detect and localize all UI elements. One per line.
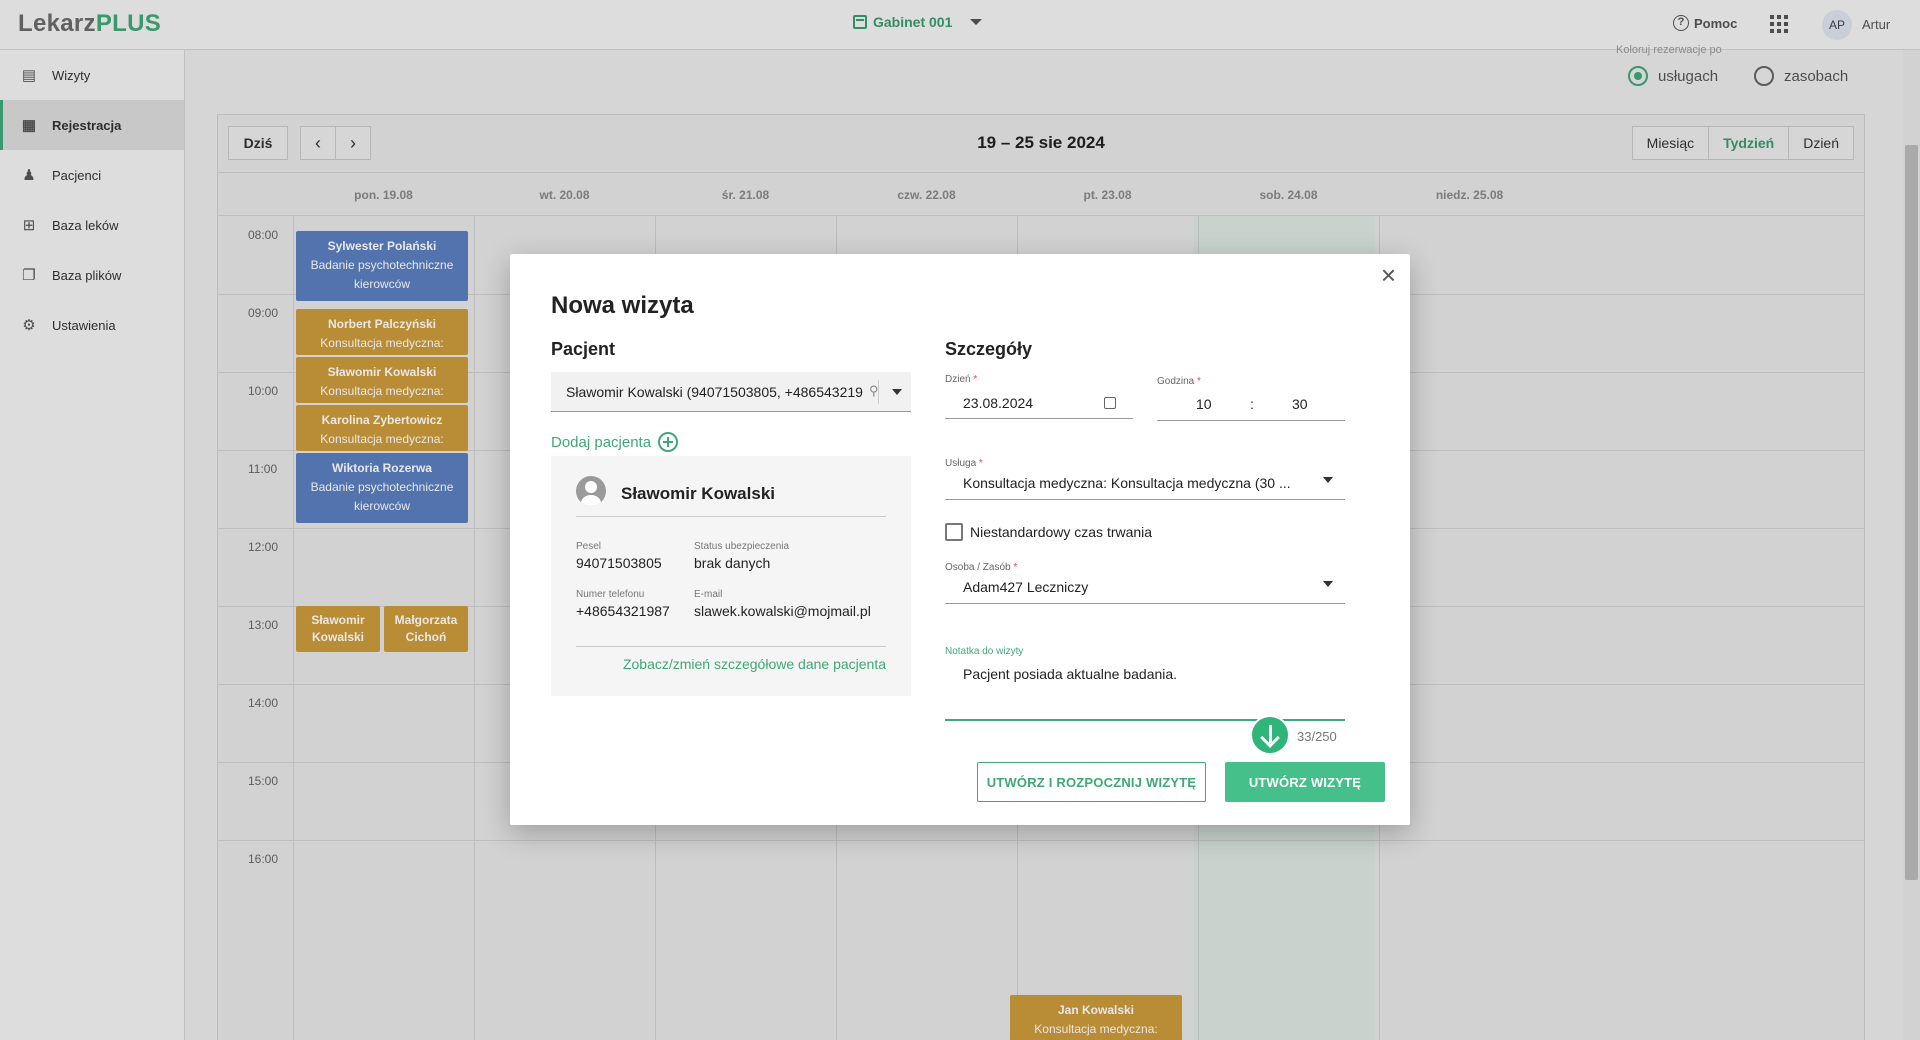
time-field-label: Godzina * (1157, 376, 1201, 387)
patient-card: Sławomir Kowalski Pesel 94071503805 Stat… (551, 456, 911, 696)
day-field-label: Dzień * (945, 374, 978, 385)
patient-details-link[interactable]: Zobacz/zmień szczegółowe dane pacjenta (623, 656, 886, 672)
day-field[interactable]: 23.08.2024 (963, 395, 1033, 411)
time-separator: : (1250, 396, 1254, 412)
note-field-label: Notatka do wizyty (945, 646, 1024, 657)
email-label: E-mail (694, 589, 723, 600)
phone-label: Numer telefonu (576, 589, 645, 600)
calendar-icon[interactable] (1104, 397, 1116, 409)
patient-name: Sławomir Kowalski (621, 484, 775, 503)
divider (576, 646, 886, 647)
avatar (576, 476, 606, 506)
details-section-title: Szczegóły (945, 339, 1033, 359)
patient-select-value: Sławomir Kowalski (94071503805, +4865432… (566, 384, 863, 400)
insurance-value: brak danych (694, 555, 771, 571)
divider (576, 516, 886, 517)
person-select[interactable]: Adam427 Leczniczy (963, 579, 1088, 595)
custom-duration-label: Niestandardowy czas trwania (970, 524, 1153, 540)
phone-value: +48654321987 (576, 603, 670, 619)
patient-section-title: Pacjent (551, 339, 616, 359)
chevron-down-icon[interactable] (1323, 477, 1333, 483)
patient-select[interactable]: Sławomir Kowalski (94071503805, +4865432… (551, 372, 911, 412)
note-textarea[interactable]: Pacjent posiada aktualne badania. (963, 666, 1177, 682)
close-icon[interactable]: × (1381, 260, 1396, 291)
add-patient-button[interactable]: Dodaj pacjenta (551, 432, 679, 452)
add-circle-icon (658, 432, 679, 452)
email-value: slawek.kowalski@mojmail.pl (694, 603, 871, 619)
custom-duration-checkbox[interactable] (945, 523, 963, 541)
note-char-counter: 33/250 (1297, 729, 1337, 744)
create-and-start-visit-button[interactable]: UTWÓRZ I ROZPOCZNIJ WIZYTĘ (977, 762, 1206, 802)
pesel-value: 94071503805 (576, 555, 662, 571)
insurance-label: Status ubezpieczenia (694, 541, 790, 552)
new-visit-dialog: × Nowa wizyta Pacjent Sławomir Kowalski … (510, 254, 1410, 825)
minute-field[interactable]: 30 (1292, 396, 1308, 412)
person-field-label: Osoba / Zasób * (945, 562, 1018, 573)
chevron-down-icon[interactable] (892, 389, 902, 395)
dialog-title: Nowa wizyta (551, 292, 694, 319)
create-visit-button[interactable]: UTWÓRZ WIZYTĘ (1225, 762, 1385, 802)
chevron-down-icon[interactable] (1323, 581, 1333, 587)
service-select[interactable]: Konsultacja medyczna: Konsultacja medycz… (963, 475, 1313, 491)
hour-field[interactable]: 10 (1196, 396, 1212, 412)
arrow-down-icon[interactable] (1250, 715, 1290, 755)
service-field-label: Usługa * (945, 458, 983, 469)
pesel-label: Pesel (576, 541, 602, 552)
